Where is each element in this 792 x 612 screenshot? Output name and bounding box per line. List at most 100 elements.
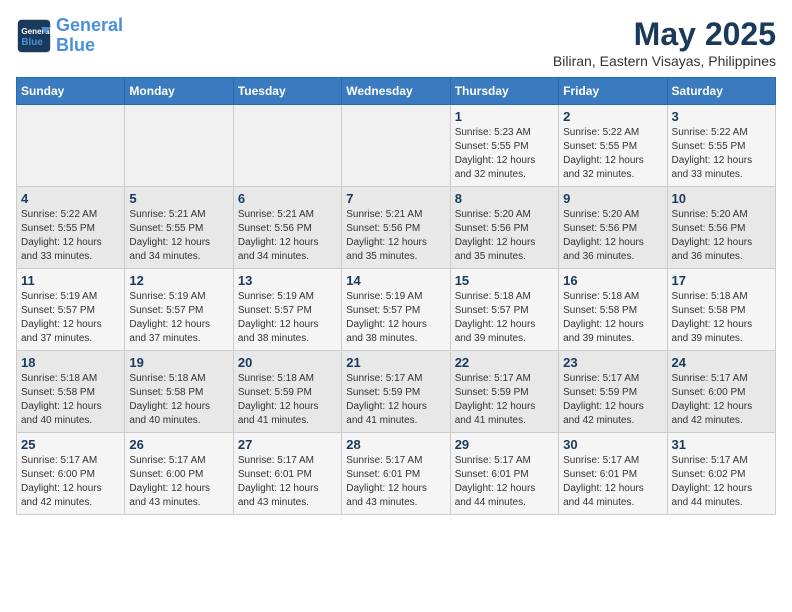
day-info: Sunrise: 5:21 AM Sunset: 5:56 PM Dayligh…	[346, 208, 445, 264]
svg-text:Blue: Blue	[21, 37, 43, 48]
day-number: 8	[455, 191, 554, 206]
day-number: 31	[672, 437, 771, 452]
calendar-cell: 28Sunrise: 5:17 AM Sunset: 6:01 PM Dayli…	[342, 433, 450, 515]
day-number: 16	[563, 273, 662, 288]
day-info: Sunrise: 5:17 AM Sunset: 6:02 PM Dayligh…	[672, 454, 771, 510]
day-number: 7	[346, 191, 445, 206]
day-info: Sunrise: 5:18 AM Sunset: 5:57 PM Dayligh…	[455, 290, 554, 346]
day-number: 10	[672, 191, 771, 206]
day-number: 18	[21, 355, 120, 370]
day-number: 6	[238, 191, 337, 206]
calendar-cell: 4Sunrise: 5:22 AM Sunset: 5:55 PM Daylig…	[17, 187, 125, 269]
day-number: 21	[346, 355, 445, 370]
calendar-cell: 2Sunrise: 5:22 AM Sunset: 5:55 PM Daylig…	[559, 105, 667, 187]
calendar-cell: 26Sunrise: 5:17 AM Sunset: 6:00 PM Dayli…	[125, 433, 233, 515]
day-number: 4	[21, 191, 120, 206]
calendar-cell: 19 Sunrise: 5:18 AM Sunset: 5:58 PM Dayli…	[125, 351, 233, 433]
day-info: Sunrise: 5:23 AM Sunset: 5:55 PM Dayligh…	[455, 126, 554, 182]
day-number: 14	[346, 273, 445, 288]
day-number: 29	[455, 437, 554, 452]
day-info: Sunrise: 5:18 AM Sunset: 5:58 PM Dayligh…	[672, 290, 771, 346]
day-number: 20	[238, 355, 337, 370]
calendar-table: SundayMondayTuesdayWednesdayThursdayFrid…	[16, 77, 776, 515]
calendar-cell: 13 Sunrise: 5:19 AM Sunset: 5:57 PM Dayli…	[233, 269, 341, 351]
calendar-week-4: 18 Sunrise: 5:18 AM Sunset: 5:58 PM Dayli…	[17, 351, 776, 433]
calendar-week-5: 25 Sunrise: 5:17 AM Sunset: 6:00 PM Dayli…	[17, 433, 776, 515]
calendar-cell: 16 Sunrise: 5:18 AM Sunset: 5:58 PM Dayli…	[559, 269, 667, 351]
weekday-header-sunday: Sunday	[17, 78, 125, 105]
calendar-cell: 22Sunrise: 5:17 AM Sunset: 5:59 PM Dayli…	[450, 351, 558, 433]
day-info: Sunrise: 5:17 AM Sunset: 6:00 PM Dayligh…	[21, 454, 120, 510]
day-number: 3	[672, 109, 771, 124]
calendar-cell: 25 Sunrise: 5:17 AM Sunset: 6:00 PM Dayli…	[17, 433, 125, 515]
day-info: Sunrise: 5:20 AM Sunset: 5:56 PM Dayligh…	[455, 208, 554, 264]
calendar-cell: 15 Sunrise: 5:18 AM Sunset: 5:57 PM Dayli…	[450, 269, 558, 351]
day-number: 2	[563, 109, 662, 124]
calendar-cell	[125, 105, 233, 187]
day-number: 1	[455, 109, 554, 124]
day-info: Sunrise: 5:19 AM Sunset: 5:57 PM Dayligh…	[346, 290, 445, 346]
day-number: 17	[672, 273, 771, 288]
day-number: 30	[563, 437, 662, 452]
day-info: Sunrise: 5:18 AM Sunset: 5:58 PM Dayligh…	[563, 290, 662, 346]
day-info: Sunrise: 5:18 AM Sunset: 5:58 PM Dayligh…	[129, 372, 228, 428]
day-number: 24	[672, 355, 771, 370]
day-info: Sunrise: 5:17 AM Sunset: 5:59 PM Dayligh…	[346, 372, 445, 428]
calendar-cell: 3 Sunrise: 5:22 AM Sunset: 5:55 PM Daylig…	[667, 105, 775, 187]
calendar-cell: 9Sunrise: 5:20 AM Sunset: 5:56 PM Daylig…	[559, 187, 667, 269]
day-info: Sunrise: 5:21 AM Sunset: 5:55 PM Dayligh…	[129, 208, 228, 264]
logo: General Blue General Blue	[16, 16, 123, 56]
page-header: General Blue General Blue May 2025 Bilir…	[16, 16, 776, 69]
calendar-week-3: 11 Sunrise: 5:19 AM Sunset: 5:57 PM Dayli…	[17, 269, 776, 351]
day-info: Sunrise: 5:17 AM Sunset: 6:00 PM Dayligh…	[672, 372, 771, 428]
day-number: 19	[129, 355, 228, 370]
day-number: 5	[129, 191, 228, 206]
day-info: Sunrise: 5:18 AM Sunset: 5:59 PM Dayligh…	[238, 372, 337, 428]
weekday-header-saturday: Saturday	[667, 78, 775, 105]
calendar-cell: 11 Sunrise: 5:19 AM Sunset: 5:57 PM Dayli…	[17, 269, 125, 351]
day-number: 23	[563, 355, 662, 370]
day-number: 27	[238, 437, 337, 452]
calendar-cell: 8 Sunrise: 5:20 AM Sunset: 5:56 PM Daylig…	[450, 187, 558, 269]
calendar-cell: 14 Sunrise: 5:19 AM Sunset: 5:57 PM Dayli…	[342, 269, 450, 351]
calendar-cell: 6 Sunrise: 5:21 AM Sunset: 5:56 PM Daylig…	[233, 187, 341, 269]
weekday-header-thursday: Thursday	[450, 78, 558, 105]
day-info: Sunrise: 5:19 AM Sunset: 5:57 PM Dayligh…	[238, 290, 337, 346]
day-info: Sunrise: 5:19 AM Sunset: 5:57 PM Dayligh…	[129, 290, 228, 346]
day-info: Sunrise: 5:17 AM Sunset: 6:01 PM Dayligh…	[238, 454, 337, 510]
logo-icon: General Blue	[16, 18, 52, 54]
calendar-cell: 12Sunrise: 5:19 AM Sunset: 5:57 PM Dayli…	[125, 269, 233, 351]
calendar-cell: 21 Sunrise: 5:17 AM Sunset: 5:59 PM Dayli…	[342, 351, 450, 433]
calendar-cell: 18 Sunrise: 5:18 AM Sunset: 5:58 PM Dayli…	[17, 351, 125, 433]
calendar-cell: 17 Sunrise: 5:18 AM Sunset: 5:58 PM Dayli…	[667, 269, 775, 351]
day-number: 22	[455, 355, 554, 370]
calendar-cell: 7 Sunrise: 5:21 AM Sunset: 5:56 PM Daylig…	[342, 187, 450, 269]
location-subtitle: Biliran, Eastern Visayas, Philippines	[553, 53, 776, 69]
calendar-cell: 24 Sunrise: 5:17 AM Sunset: 6:00 PM Dayli…	[667, 351, 775, 433]
title-block: May 2025 Biliran, Eastern Visayas, Phili…	[553, 16, 776, 69]
day-info: Sunrise: 5:21 AM Sunset: 5:56 PM Dayligh…	[238, 208, 337, 264]
logo-text: General Blue	[56, 16, 123, 56]
day-info: Sunrise: 5:17 AM Sunset: 6:01 PM Dayligh…	[346, 454, 445, 510]
calendar-week-1: 1 Sunrise: 5:23 AM Sunset: 5:55 PM Daylig…	[17, 105, 776, 187]
day-number: 9	[563, 191, 662, 206]
calendar-cell	[233, 105, 341, 187]
day-number: 11	[21, 273, 120, 288]
weekday-header-friday: Friday	[559, 78, 667, 105]
day-info: Sunrise: 5:17 AM Sunset: 6:01 PM Dayligh…	[455, 454, 554, 510]
month-title: May 2025	[553, 16, 776, 53]
day-info: Sunrise: 5:20 AM Sunset: 5:56 PM Dayligh…	[672, 208, 771, 264]
day-info: Sunrise: 5:19 AM Sunset: 5:57 PM Dayligh…	[21, 290, 120, 346]
day-number: 25	[21, 437, 120, 452]
weekday-header-row: SundayMondayTuesdayWednesdayThursdayFrid…	[17, 78, 776, 105]
calendar-cell	[17, 105, 125, 187]
day-number: 13	[238, 273, 337, 288]
calendar-cell: 29 Sunrise: 5:17 AM Sunset: 6:01 PM Dayli…	[450, 433, 558, 515]
weekday-header-wednesday: Wednesday	[342, 78, 450, 105]
day-info: Sunrise: 5:22 AM Sunset: 5:55 PM Dayligh…	[672, 126, 771, 182]
calendar-week-2: 4Sunrise: 5:22 AM Sunset: 5:55 PM Daylig…	[17, 187, 776, 269]
calendar-cell: 5 Sunrise: 5:21 AM Sunset: 5:55 PM Daylig…	[125, 187, 233, 269]
day-number: 15	[455, 273, 554, 288]
day-info: Sunrise: 5:18 AM Sunset: 5:58 PM Dayligh…	[21, 372, 120, 428]
day-info: Sunrise: 5:17 AM Sunset: 6:01 PM Dayligh…	[563, 454, 662, 510]
